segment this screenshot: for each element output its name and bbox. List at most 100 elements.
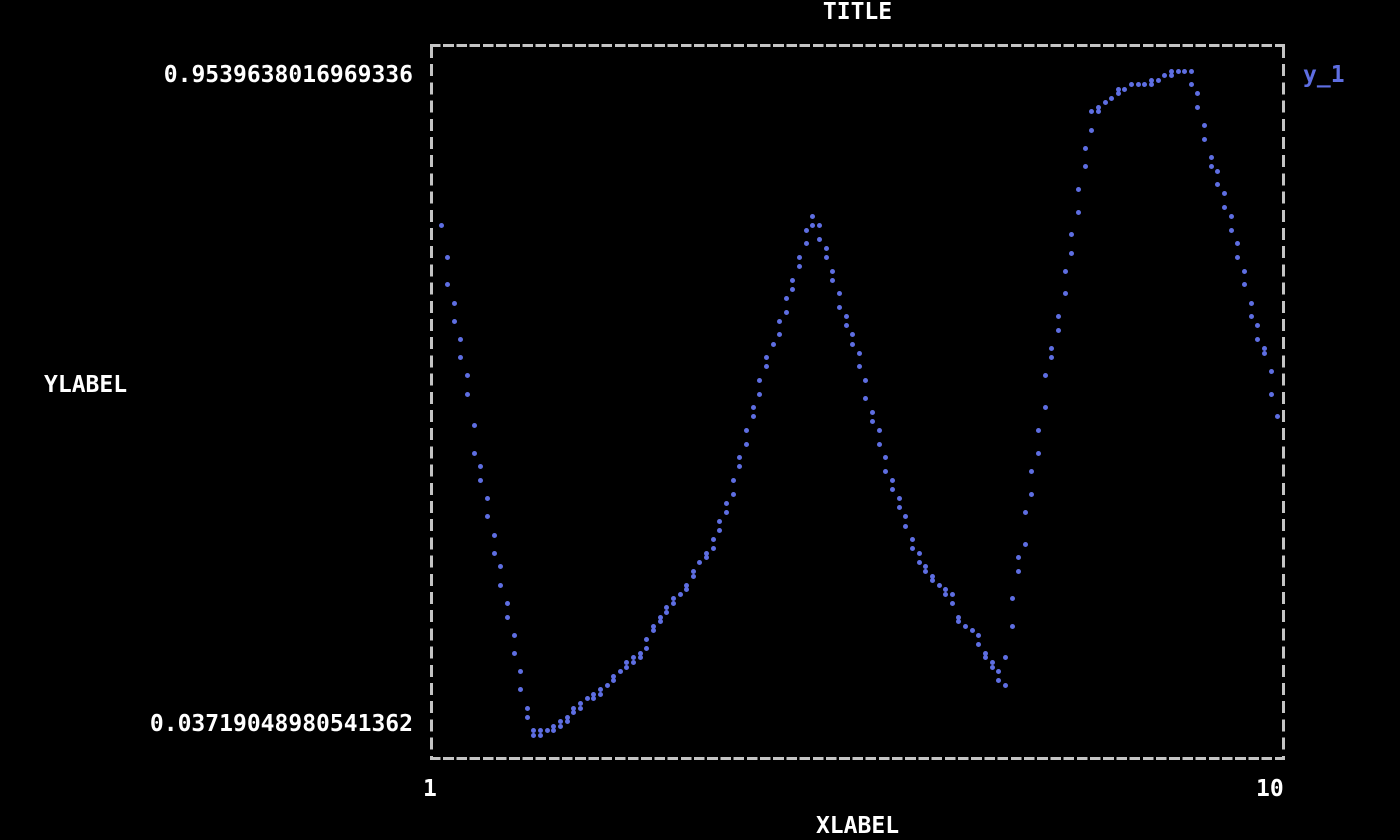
- data-point: [1129, 82, 1134, 87]
- data-point: [485, 514, 490, 519]
- data-point: [571, 706, 576, 711]
- data-point: [930, 578, 935, 583]
- data-point: [877, 442, 882, 447]
- data-point: [777, 319, 782, 324]
- data-point: [837, 291, 842, 296]
- data-point: [472, 423, 477, 428]
- data-point: [691, 569, 696, 574]
- data-point: [976, 633, 981, 638]
- data-point: [810, 223, 815, 228]
- data-point: [611, 674, 616, 679]
- terminal-plot-screen: TITLE 0.9539638016969336 0.0371904898054…: [0, 0, 1400, 840]
- data-point: [1222, 205, 1227, 210]
- data-point: [1189, 69, 1194, 74]
- data-point: [1036, 428, 1041, 433]
- data-point: [877, 428, 882, 433]
- data-point: [638, 651, 643, 656]
- data-point: [937, 583, 942, 588]
- data-point: [917, 560, 922, 565]
- data-point: [644, 637, 649, 642]
- data-point: [1195, 91, 1200, 96]
- data-point: [538, 728, 543, 733]
- data-point: [1096, 109, 1101, 114]
- data-point: [863, 378, 868, 383]
- data-point: [1069, 251, 1074, 256]
- data-point: [744, 442, 749, 447]
- data-point: [830, 269, 835, 274]
- data-point: [691, 574, 696, 579]
- data-point: [525, 715, 530, 720]
- data-point: [970, 628, 975, 633]
- data-point: [618, 669, 623, 674]
- data-point: [757, 378, 762, 383]
- data-point: [445, 282, 450, 287]
- data-point: [751, 414, 756, 419]
- data-point: [923, 569, 928, 574]
- data-point: [1169, 69, 1174, 74]
- data-point: [472, 451, 477, 456]
- data-point: [624, 665, 629, 670]
- data-point: [996, 678, 1001, 683]
- data-point: [824, 246, 829, 251]
- data-point: [551, 728, 556, 733]
- data-point: [697, 560, 702, 565]
- plot-points-layer: [0, 0, 1400, 840]
- data-point: [771, 342, 776, 347]
- data-point: [751, 405, 756, 410]
- data-point: [784, 296, 789, 301]
- data-point: [671, 596, 676, 601]
- data-point: [591, 696, 596, 701]
- data-point: [1235, 255, 1240, 260]
- data-point: [664, 610, 669, 615]
- data-point: [1189, 82, 1194, 87]
- data-point: [1229, 214, 1234, 219]
- data-point: [844, 314, 849, 319]
- data-point: [1029, 492, 1034, 497]
- data-point: [1116, 87, 1121, 92]
- data-point: [1029, 469, 1034, 474]
- data-point: [737, 455, 742, 460]
- data-point: [1116, 91, 1121, 96]
- data-point: [883, 469, 888, 474]
- data-point: [1043, 405, 1048, 410]
- data-point: [717, 519, 722, 524]
- data-point: [797, 264, 802, 269]
- data-point: [465, 373, 470, 378]
- data-point: [644, 646, 649, 651]
- data-point: [704, 551, 709, 556]
- data-point: [890, 487, 895, 492]
- data-point: [565, 719, 570, 724]
- data-point: [897, 505, 902, 510]
- data-point: [1149, 78, 1154, 83]
- data-point: [498, 564, 503, 569]
- data-point: [764, 355, 769, 360]
- data-point: [903, 514, 908, 519]
- data-point: [910, 546, 915, 551]
- data-point: [551, 724, 556, 729]
- data-point: [897, 496, 902, 501]
- data-point: [1049, 355, 1054, 360]
- data-point: [1215, 169, 1220, 174]
- data-point: [1176, 69, 1181, 74]
- data-point: [1202, 123, 1207, 128]
- data-point: [1182, 69, 1187, 74]
- data-point: [492, 551, 497, 556]
- data-point: [1016, 569, 1021, 574]
- data-point: [1056, 328, 1061, 333]
- data-point: [1096, 105, 1101, 110]
- data-point: [678, 592, 683, 597]
- data-point: [631, 655, 636, 660]
- data-point: [1229, 228, 1234, 233]
- data-point: [863, 396, 868, 401]
- data-point: [943, 592, 948, 597]
- data-point: [850, 342, 855, 347]
- data-point: [1255, 323, 1260, 328]
- data-point: [1149, 82, 1154, 87]
- data-point: [492, 533, 497, 538]
- data-point: [1063, 291, 1068, 296]
- data-point: [1089, 109, 1094, 114]
- data-point: [917, 551, 922, 556]
- data-point: [525, 706, 530, 711]
- data-point: [757, 392, 762, 397]
- data-point: [558, 724, 563, 729]
